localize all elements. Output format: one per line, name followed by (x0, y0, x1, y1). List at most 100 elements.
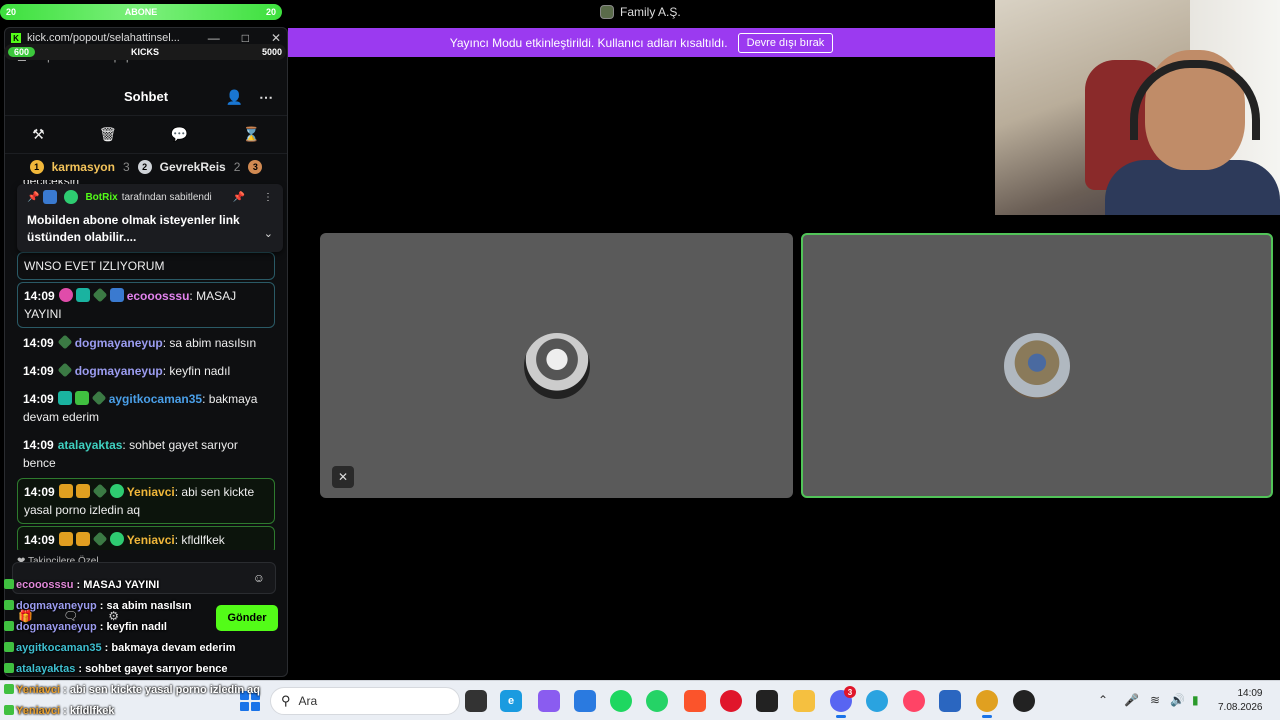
game-icon[interactable] (756, 690, 778, 712)
gift-leaderboard: 1 karmasyon 3 2 GevrekReis 2 3 (5, 154, 287, 180)
user-badge-icon (75, 532, 90, 546)
trash-icon[interactable]: 🗑 (99, 126, 117, 143)
user-badge-icon (57, 362, 73, 378)
user-badge-icon (74, 391, 89, 405)
voice-tile-user-2-speaking[interactable] (801, 233, 1273, 498)
pinned-message[interactable]: 📌 BotRix tarafından sabitlendi 📌 ⋮ Mobil… (17, 184, 283, 252)
mod-tools-bar: ⚒ 🗑 💬 ⌛ (5, 116, 287, 154)
emoji-icon[interactable]: ☺ (253, 571, 265, 585)
chat-bubble-icon[interactable]: 💬 (171, 126, 188, 143)
send-button[interactable]: Gönder (216, 605, 278, 631)
pinned-by-user: BotRix (85, 191, 118, 203)
app-icon[interactable] (939, 690, 961, 712)
message-username[interactable]: dogmayaneyup (75, 336, 163, 350)
overlay-badge-icon (4, 705, 14, 715)
taskbar-search[interactable]: ⚲ Ara (270, 687, 460, 715)
message-text: sa abim nasılsın (169, 336, 257, 350)
chrome-icon[interactable] (976, 690, 998, 718)
leaderboard-count: 3 (122, 160, 130, 174)
ban-hammer-icon[interactable]: ⚒ (32, 126, 45, 143)
message-time: 14:09 (23, 438, 54, 452)
overlay-badge-icon (4, 663, 14, 673)
opera-icon[interactable] (720, 690, 742, 712)
message-username[interactable]: Yeniavci (127, 533, 175, 547)
folder-icon[interactable] (793, 690, 815, 712)
telegram-icon[interactable] (866, 690, 888, 712)
maximize-icon[interactable]: □ (242, 31, 249, 45)
pinned-more-icon[interactable]: ⋮ (263, 192, 273, 203)
overlay-chat-line: Yeniavci : abi sen kickte yasal porno iz… (4, 684, 260, 696)
chat-messages: geciceksin 📌 BotRix tarafından sabitlend… (5, 180, 287, 550)
user-badge-icon (57, 391, 72, 405)
pinned-text: Mobilden abone olmak isteyenler link üst… (27, 213, 240, 244)
chat-message[interactable]: 14:09 dogmayaneyup: sa abim nasılsın (17, 330, 275, 356)
message-username[interactable]: aygitkocaman35 (109, 392, 202, 406)
battery-icon[interactable]: ▮ (1192, 693, 1199, 707)
pin-icon: 📌 (27, 191, 40, 203)
message-time: 14:09 (24, 485, 55, 499)
window-title: kick.com/popout/selahattinsel... (27, 32, 180, 44)
message-username[interactable]: ecooosssu (127, 289, 190, 303)
chat-message[interactable]: 14:09 Yeniavci: abi sen kickte yasal porn… (17, 478, 275, 524)
chat-message[interactable]: 14:09 Yeniavci: kfldlfkek (17, 526, 275, 550)
kicks-goal-bar: 600 KICKS 5000 (4, 44, 286, 60)
overlay-text: : bakmaya devam ederim (101, 642, 236, 654)
volume-icon[interactable]: 🔊 (1170, 693, 1185, 707)
close-icon[interactable]: ✕ (271, 31, 281, 45)
whatsapp-icon[interactable] (646, 690, 668, 712)
overlay-chat-line: dogmayaneyup : keyfin nadıl (4, 621, 167, 633)
voice-tile-user-1[interactable]: ✕ (320, 233, 793, 498)
store-icon[interactable] (574, 690, 596, 712)
overlay-username: Yeniavci (16, 705, 61, 717)
chevron-down-icon[interactable]: ⌄ (264, 227, 273, 240)
chat-message[interactable]: 14:09 dogmayaneyup: keyfin nadıl (17, 358, 275, 384)
user-badge-icon (58, 484, 73, 498)
task-view-icon[interactable] (465, 690, 487, 712)
wifi-icon[interactable]: ≋ (1150, 693, 1160, 707)
spotify-icon[interactable] (610, 690, 632, 712)
clock[interactable]: 14:09 7.08.2026 (1218, 687, 1263, 715)
user-badge-icon (109, 288, 124, 302)
camera-off-icon[interactable]: ✕ (332, 466, 354, 488)
edge-icon[interactable]: e (500, 690, 522, 712)
tray-chevron-up-icon[interactable]: ⌃ (1098, 693, 1108, 707)
copilot-icon[interactable] (538, 690, 560, 712)
chat-message[interactable]: 14:09 ecooosssu: MASAJ YAYINI (17, 282, 275, 328)
chat-message[interactable]: WNSO EVET IZLIYORUM (17, 252, 275, 280)
message-username[interactable]: dogmayaneyup (75, 364, 163, 378)
more-icon[interactable]: ⋯ (259, 89, 273, 106)
user-badge-icon (92, 287, 108, 303)
minimize-icon[interactable]: — (208, 31, 220, 45)
chat-message[interactable]: 14:09 atalayaktas: sohbet gayet sarıyor b… (17, 432, 275, 476)
unpin-icon[interactable]: 📌 (233, 192, 245, 203)
leaderboard-name[interactable]: GevrekReis (160, 160, 226, 174)
leaderboard-rank-badge: 3 (248, 160, 263, 174)
leaderboard-name[interactable]: karmasyon (52, 160, 115, 174)
overlay-chat-line: atalayaktas : sohbet gayet sarıyor bence (4, 663, 228, 675)
streamer-mode-banner: Yayıncı Modu etkinleştirildi. Kullanıcı … (288, 28, 995, 57)
leaderboard-count: 2 (233, 160, 241, 174)
overlay-chat-line: dogmayaneyup : sa abim nasılsın (4, 600, 191, 612)
disable-streamer-mode-button[interactable]: Devre dışı bırak (737, 32, 834, 53)
overlay-badge-icon (4, 684, 14, 694)
search-placeholder: Ara (298, 694, 318, 708)
users-icon[interactable]: 👤 (226, 89, 243, 106)
message-username[interactable]: Yeniavci (127, 485, 175, 499)
hourglass-icon[interactable]: ⌛ (242, 126, 259, 143)
message-text: sohbet gayet sarıyor bence (23, 438, 238, 470)
overlay-username: atalayaktas (16, 663, 76, 675)
obs-icon[interactable] (1013, 690, 1035, 712)
user-badge-icon (58, 288, 73, 302)
message-username[interactable]: atalayaktas (58, 438, 123, 452)
subscriber-goal-bar: 20 ABONE 20 (0, 4, 282, 20)
kicks-goal-label: KICKS (130, 47, 159, 57)
opera-gx-icon[interactable] (903, 690, 925, 712)
discord-icon[interactable]: 3 (830, 686, 856, 718)
chat-title: Sohbet (123, 89, 169, 104)
brave-icon[interactable] (684, 690, 706, 712)
sub-goal-target: 20 (265, 7, 276, 17)
microphone-icon[interactable]: 🎤 (1124, 693, 1139, 707)
bot-badge-icon (43, 190, 58, 204)
clock-date: 7.08.2026 (1218, 702, 1263, 713)
chat-message[interactable]: 14:09 aygitkocaman35: bakmaya devam ederi… (17, 386, 275, 430)
